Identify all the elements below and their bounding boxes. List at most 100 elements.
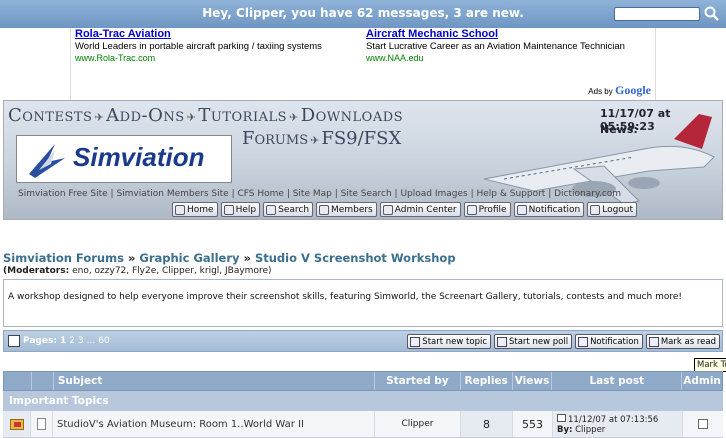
profile-button[interactable]: Profile bbox=[463, 202, 511, 217]
page-link-last[interactable]: 60 bbox=[98, 336, 109, 346]
nav-separator-icon: ✈ bbox=[289, 111, 299, 124]
page-link[interactable]: 3 bbox=[78, 336, 84, 346]
mark-as-read-label: Mark as read bbox=[660, 336, 716, 347]
header-views[interactable]: Views bbox=[513, 372, 553, 390]
link-dictionary[interactable]: Dictionary.com bbox=[554, 189, 621, 199]
start-new-poll-button[interactable]: Start new poll bbox=[494, 334, 573, 349]
forum-nav-buttons: Home Help Search Members Admin Center Pr… bbox=[172, 202, 638, 217]
admin-center-label: Admin Center bbox=[394, 204, 457, 215]
link-upload-images[interactable]: Upload Images bbox=[400, 189, 467, 199]
top-message-bar: Hey, Clipper, you have 62 messages, 3 ar… bbox=[0, 0, 726, 28]
moderators-label: (Moderators: bbox=[3, 266, 70, 276]
ad-url[interactable]: www.NAA.edu bbox=[366, 53, 625, 63]
mid-nav: Forums ✈ FS9/FSX bbox=[242, 128, 401, 149]
crumb-separator: » bbox=[127, 251, 136, 265]
folder-icon bbox=[9, 418, 24, 430]
poll-icon bbox=[497, 336, 507, 347]
profile-icon bbox=[466, 204, 477, 215]
crumb-forums[interactable]: Simviation Forums bbox=[3, 251, 124, 265]
nav-tutorials[interactable]: Tutorials bbox=[198, 105, 287, 126]
new-topic-icon bbox=[410, 336, 421, 347]
link-members-site[interactable]: Simviation Members Site bbox=[116, 189, 228, 199]
current-page: 1 bbox=[59, 336, 67, 346]
search-input[interactable] bbox=[614, 7, 700, 21]
simviation-swoosh-icon bbox=[29, 144, 65, 178]
nav-forums[interactable]: Forums bbox=[242, 128, 308, 149]
nav-downloads[interactable]: Downloads bbox=[301, 105, 403, 126]
topic-started-by[interactable]: Clipper bbox=[375, 411, 461, 437]
link-help-support[interactable]: Help & Support bbox=[477, 189, 546, 199]
mark-read-icon bbox=[648, 336, 659, 347]
logout-icon bbox=[590, 204, 601, 215]
link-site-search[interactable]: Site Search bbox=[341, 189, 392, 199]
page-link[interactable]: 2 bbox=[69, 336, 75, 346]
ad-item[interactable]: Aircraft Mechanic School Start Lucrative… bbox=[366, 28, 625, 63]
important-topics-section: Important Topics bbox=[3, 391, 723, 411]
search-icon[interactable] bbox=[703, 5, 721, 23]
notification-button[interactable]: Notification bbox=[575, 334, 643, 349]
header-admin: Admin bbox=[683, 375, 721, 387]
header-replies[interactable]: Replies bbox=[461, 372, 513, 390]
top-nav: Contests ✈ Add-Ons ✈ Tutorials ✈ Downloads bbox=[8, 105, 403, 126]
news-label: News: bbox=[600, 123, 638, 136]
crumb-graphic-gallery[interactable]: Graphic Gallery bbox=[139, 251, 239, 265]
nav-separator-icon: ✈ bbox=[94, 111, 105, 124]
site-links: Simviation Free Site | Simviation Member… bbox=[18, 189, 622, 199]
breadcrumb: Simviation Forums » Graphic Gallery » St… bbox=[3, 251, 456, 265]
logout-label: Logout bbox=[602, 204, 634, 215]
search-button[interactable]: Search bbox=[263, 202, 314, 217]
notification-button[interactable]: Notification bbox=[513, 202, 585, 217]
simviation-logo[interactable]: Simviation bbox=[16, 135, 232, 183]
crumb-workshop[interactable]: Studio V Screenshot Workshop bbox=[255, 251, 456, 265]
members-label: Members bbox=[331, 204, 373, 215]
ads-by-google[interactable]: Ads by Google bbox=[588, 83, 651, 98]
mark-as-read-button[interactable]: Mark as read bbox=[645, 334, 720, 349]
ad-url[interactable]: www.Rola-Trac.com bbox=[75, 53, 322, 63]
members-icon bbox=[319, 204, 330, 215]
logout-button[interactable]: Logout bbox=[587, 202, 638, 217]
members-button[interactable]: Members bbox=[316, 202, 377, 217]
google-ads: Rola-Trac Aviation World Leaders in port… bbox=[70, 28, 656, 100]
ad-title[interactable]: Aircraft Mechanic School bbox=[366, 28, 625, 40]
notification-icon bbox=[516, 204, 527, 215]
nav-fs9-fsx[interactable]: FS9/FSX bbox=[321, 128, 401, 149]
start-new-topic-button[interactable]: Start new topic bbox=[407, 334, 491, 349]
topic-subject[interactable]: StudioV's Aviation Museum: Room 1..World… bbox=[53, 411, 375, 437]
ad-title[interactable]: Rola-Trac Aviation bbox=[75, 28, 322, 40]
header-subject[interactable]: Subject bbox=[54, 372, 375, 390]
notification-icon bbox=[578, 336, 589, 347]
pagination-bar: Pages: 1 2 3 ... 60 Start new topic Star… bbox=[3, 330, 723, 352]
start-new-poll-label: Start new poll bbox=[509, 336, 569, 347]
moderators-names[interactable]: eno, ozzy72, Fly2e, Clipper, krigl, JBay… bbox=[72, 266, 271, 276]
help-label: Help bbox=[235, 204, 257, 215]
header-started-by[interactable]: Started by bbox=[375, 372, 461, 390]
pages-label: Pages: bbox=[23, 336, 57, 346]
topic-replies: 8 bbox=[461, 411, 513, 437]
notification-label: Notification bbox=[528, 204, 581, 215]
header-icon bbox=[32, 372, 54, 390]
last-post-author[interactable]: Clipper bbox=[575, 425, 605, 435]
google-logo: Google bbox=[615, 83, 651, 97]
nav-addons[interactable]: Add-Ons bbox=[106, 105, 184, 126]
ad-item[interactable]: Rola-Trac Aviation World Leaders in port… bbox=[75, 28, 322, 63]
link-site-map[interactable]: Site Map bbox=[293, 189, 332, 199]
home-button[interactable]: Home bbox=[172, 202, 218, 217]
last-post-icon[interactable] bbox=[557, 413, 566, 422]
logo-text: Simviation bbox=[73, 142, 205, 172]
site-banner: Contests ✈ Add-Ons ✈ Tutorials ✈ Downloads For… bbox=[3, 100, 723, 220]
topic-last-post: 11/12/07 at 07:13:56 By: Clipper bbox=[553, 411, 683, 437]
table-row: StudioV's Aviation Museum: Room 1..World… bbox=[3, 411, 723, 438]
nav-contests[interactable]: Contests bbox=[8, 105, 92, 126]
link-cfs-home[interactable]: CFS Home bbox=[237, 189, 283, 199]
search-label: Search bbox=[278, 204, 310, 215]
home-icon bbox=[175, 204, 185, 215]
help-button[interactable]: Help bbox=[220, 202, 261, 217]
admin-checkbox[interactable] bbox=[698, 419, 708, 429]
pages-icon[interactable] bbox=[8, 335, 20, 347]
admin-center-button[interactable]: Admin Center bbox=[379, 202, 461, 217]
ad-description: World Leaders in portable aircraft parki… bbox=[75, 41, 322, 52]
link-free-site[interactable]: Simviation Free Site bbox=[18, 189, 108, 199]
topic-status-cell bbox=[3, 411, 31, 437]
help-icon bbox=[223, 204, 234, 215]
header-last-post[interactable]: Last post bbox=[552, 372, 683, 390]
